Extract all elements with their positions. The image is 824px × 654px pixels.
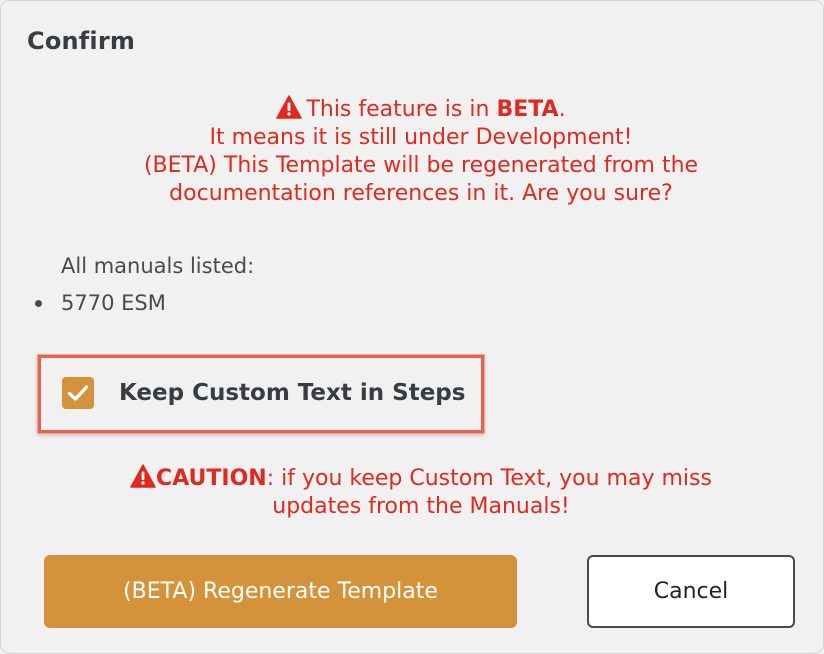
beta-warning-line-2: It means it is still under Development!: [209, 125, 633, 150]
caution-line-1-text: : if you keep Custom Text, you may miss: [266, 466, 712, 491]
caution-label: CAUTION: [156, 466, 267, 491]
manual-name: 5770 ESM: [61, 291, 166, 315]
confirm-dialog: Confirm This feature is in BETA. It mean…: [0, 0, 824, 654]
beta-warning-line-3: (BETA) This Template will be regenerated…: [143, 153, 699, 178]
caution-line-2: updates from the Manuals!: [272, 494, 570, 519]
beta-warning-line-1: This feature is in BETA.: [61, 95, 781, 124]
bullet-icon: [35, 299, 42, 307]
keep-custom-text-label[interactable]: Keep Custom Text in Steps: [119, 380, 465, 406]
warning-triangle-icon: [276, 95, 303, 119]
checkmark-icon: [67, 385, 89, 401]
beta-warning-line-4: documentation references in it. Are you …: [169, 181, 673, 206]
beta-warning-prefix: This feature is in: [306, 97, 497, 122]
manuals-label: All manuals listed:: [61, 254, 255, 278]
manuals-list: 5770 ESM: [35, 289, 166, 317]
beta-warning: This feature is in BETA. It means it is …: [61, 95, 781, 208]
regenerate-template-button[interactable]: (BETA) Regenerate Template: [44, 555, 517, 628]
caution-warning: CAUTION: if you keep Custom Text, you ma…: [61, 464, 781, 521]
warning-triangle-icon: [130, 464, 156, 488]
keep-custom-text-option[interactable]: Keep Custom Text in Steps: [62, 377, 465, 409]
list-item: 5770 ESM: [35, 289, 166, 317]
beta-label: BETA: [496, 97, 559, 122]
cancel-button[interactable]: Cancel: [587, 555, 795, 628]
keep-custom-text-checkbox[interactable]: [62, 377, 94, 409]
dialog-title: Confirm: [27, 27, 136, 55]
caution-line-1: CAUTION: if you keep Custom Text, you ma…: [61, 464, 781, 493]
beta-warning-suffix: .: [558, 97, 566, 122]
